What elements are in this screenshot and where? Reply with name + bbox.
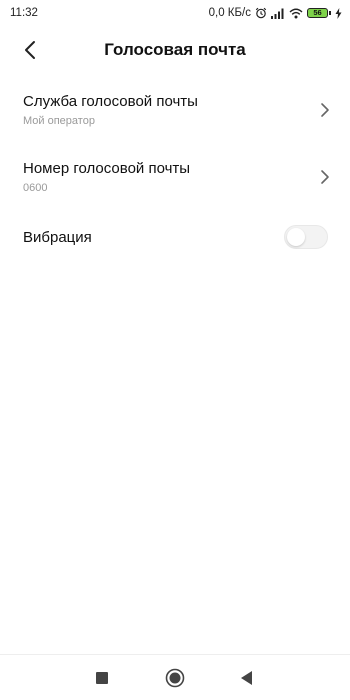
status-bar: 11:32 0,0 КБ/с 56 [0,0,350,26]
alarm-icon [255,7,267,19]
voicemail-service-value: Мой оператор [23,115,95,127]
voicemail-service-item[interactable]: Служба голосовой почты Мой оператор [0,93,350,139]
wifi-icon [289,8,303,19]
status-time: 11:32 [10,7,38,19]
battery-icon: 56 [307,8,331,18]
voicemail-number-title: Номер голосовой почты [23,160,191,177]
recents-square-icon[interactable] [96,672,108,684]
voicemail-number-item[interactable]: Номер голосовой почты 0600 [0,160,350,206]
voicemail-settings-screen: 11:32 0,0 КБ/с 56 Голосовая почта Служба… [0,0,350,700]
status-indicators: 0,0 КБ/с 56 [209,7,342,19]
chevron-right-icon [321,170,329,184]
vibration-toggle[interactable] [284,225,328,249]
network-speed: 0,0 КБ/с [208,7,251,19]
home-circle-icon[interactable] [165,668,185,688]
back-nav-button[interactable] [234,665,260,691]
voicemail-service-title: Служба голосовой почты [23,93,198,110]
recents-button[interactable] [89,665,115,691]
chevron-right-icon [321,103,329,117]
battery-tip [329,11,331,15]
app-header: Голосовая почта [0,30,350,70]
system-nav-bar [0,654,350,700]
page-title: Голосовая почта [104,40,246,59]
home-button[interactable] [162,665,188,691]
vibration-item[interactable]: Вибрация [0,225,350,256]
voicemail-number-value: 0600 [23,182,48,194]
signal-icon [271,8,285,19]
battery-level: 56 [307,8,328,18]
charging-icon [335,7,342,19]
back-triangle-icon[interactable] [241,671,253,685]
toggle-knob [287,228,305,246]
